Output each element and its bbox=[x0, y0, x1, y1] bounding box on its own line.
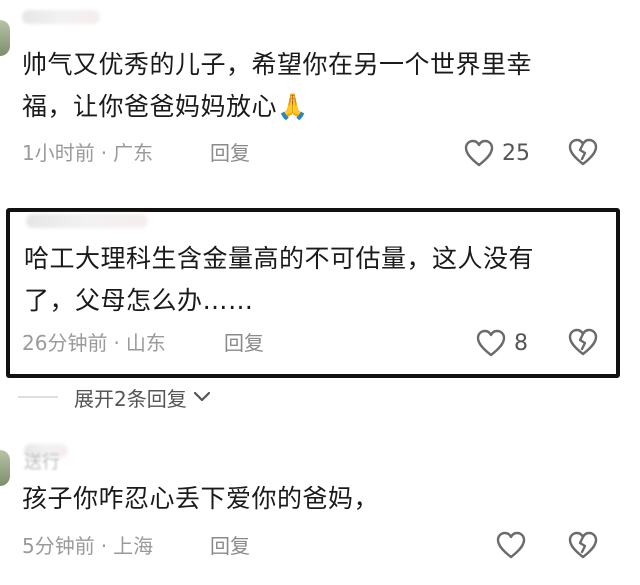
comment-2-reply-button[interactable]: 回复 bbox=[224, 329, 264, 357]
meta-separator: · bbox=[100, 534, 108, 558]
comment-2-meta: 26分钟前 · 山东 bbox=[22, 329, 166, 357]
comment-2-location: 山东 bbox=[125, 331, 166, 355]
comment-2-like-button[interactable]: 8 bbox=[476, 328, 528, 358]
comment-3-location: 上海 bbox=[113, 534, 154, 558]
comment-2-like-count: 8 bbox=[514, 330, 528, 356]
comment-2-text: 哈工大理科生含金量高的不可估量，这人没有 了，父母怎么办…… bbox=[24, 238, 534, 322]
comment-2-line-1: 哈工大理科生含金量高的不可估量，这人没有 bbox=[24, 244, 535, 273]
comment-3-meta: 5分钟前 · 上海 bbox=[22, 532, 153, 560]
comment-1-line-2: 福，让你爸爸妈妈放心🙏 bbox=[22, 92, 309, 121]
username-blurred[interactable] bbox=[22, 10, 100, 24]
heart-outline-icon bbox=[476, 329, 506, 357]
folded-hands-emoji: 🙏 bbox=[277, 92, 309, 121]
comment-1-location: 广东 bbox=[113, 141, 154, 165]
broken-heart-icon[interactable] bbox=[568, 531, 598, 559]
chevron-down-icon bbox=[193, 391, 211, 403]
broken-heart-icon[interactable] bbox=[568, 138, 598, 166]
comment-1-time: 1小时前 bbox=[22, 141, 95, 165]
comment-3-line-1: 孩子你咋忍心丢下爱你的爸妈， bbox=[22, 484, 380, 513]
comment-3-text: 孩子你咋忍心丢下爱你的爸妈， bbox=[22, 478, 379, 520]
comment-1-text: 帅气又优秀的儿子，希望你在另一个世界里幸 福，让你爸爸妈妈放心🙏 bbox=[22, 44, 532, 128]
broken-heart-icon[interactable] bbox=[568, 328, 598, 356]
heart-outline-icon bbox=[464, 139, 494, 167]
expand-divider-line bbox=[18, 396, 58, 398]
avatar[interactable] bbox=[0, 20, 10, 56]
avatar[interactable] bbox=[0, 450, 10, 486]
comment-1-reply-button[interactable]: 回复 bbox=[210, 139, 250, 167]
comment-3-reply-button[interactable]: 回复 bbox=[210, 532, 250, 560]
expand-replies-button[interactable]: 展开2条回复 bbox=[18, 382, 211, 412]
meta-separator: · bbox=[100, 141, 108, 165]
heart-outline-icon[interactable] bbox=[496, 531, 526, 559]
comment-2-line-2: 了，父母怎么办…… bbox=[24, 286, 254, 315]
username-blurred[interactable] bbox=[26, 214, 148, 228]
comment-3-username[interactable]: 送行 bbox=[24, 452, 60, 474]
comment-1-like-count: 25 bbox=[502, 140, 530, 166]
expand-replies-label: 展开2条回复 bbox=[74, 386, 187, 411]
comment-1-line-1: 帅气又优秀的儿子，希望你在另一个世界里幸 bbox=[22, 50, 533, 79]
comment-3-time: 5分钟前 bbox=[22, 534, 95, 558]
comment-1-meta: 1小时前 · 广东 bbox=[22, 139, 153, 167]
comment-2-time: 26分钟前 bbox=[22, 331, 108, 355]
meta-separator: · bbox=[113, 331, 120, 355]
comment-1-like-button[interactable]: 25 bbox=[464, 138, 530, 168]
